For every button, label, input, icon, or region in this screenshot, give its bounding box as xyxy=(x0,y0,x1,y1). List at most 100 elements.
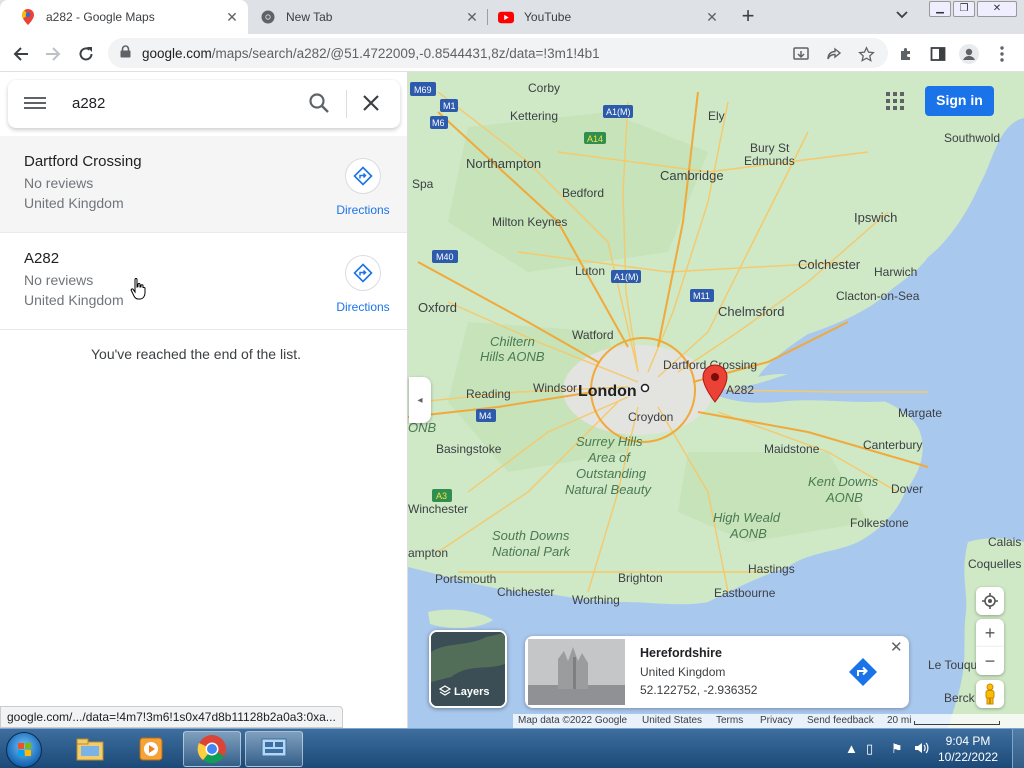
zoom-out-button[interactable]: − xyxy=(976,647,1004,675)
bookmark-star-icon[interactable] xyxy=(855,43,877,65)
collapse-panel-button[interactable]: ◂ xyxy=(409,377,431,423)
map-label: Harwich xyxy=(874,265,917,279)
map-label: Corby xyxy=(528,81,560,95)
map-label: A1(M) xyxy=(614,272,639,282)
close-tab-icon[interactable]: ✕ xyxy=(224,9,240,26)
layers-text: Layers xyxy=(454,686,490,698)
map-label: National Park xyxy=(492,544,572,559)
minimize-window-button[interactable]: ▁ xyxy=(929,1,951,17)
map-label: Bedford xyxy=(562,186,604,200)
directions-icon[interactable] xyxy=(345,158,381,194)
map-label: M4 xyxy=(479,411,492,421)
share-icon[interactable] xyxy=(823,43,845,65)
chrome-icon xyxy=(260,9,276,25)
youtube-icon xyxy=(498,9,514,25)
map-label: South Downs xyxy=(492,528,570,543)
show-desktop-button[interactable] xyxy=(1012,729,1024,768)
directions-button[interactable]: Directions xyxy=(336,158,390,217)
layers-button[interactable]: Layers xyxy=(429,630,507,708)
result-country: United Kingdom xyxy=(24,195,124,211)
forward-arrow-icon[interactable] xyxy=(42,43,64,65)
map-label: Worthing xyxy=(572,593,620,607)
control-panel-taskbar-icon[interactable] xyxy=(245,731,303,767)
country-link[interactable]: United States xyxy=(642,715,702,726)
map-label: AONB xyxy=(825,490,863,505)
windows-start-button[interactable] xyxy=(6,732,42,768)
tab-new-tab[interactable]: New Tab ✕ xyxy=(248,0,488,34)
privacy-link[interactable]: Privacy xyxy=(760,715,793,726)
tab-youtube[interactable]: YouTube ✕ xyxy=(488,0,728,34)
kebab-menu-icon[interactable] xyxy=(991,43,1013,65)
tab-title: YouTube xyxy=(524,10,572,24)
result-name[interactable]: Dartford Crossing xyxy=(24,153,142,170)
map-label: Folkestone xyxy=(850,516,909,530)
map-label: M6 xyxy=(432,118,445,128)
windows-taskbar: ▲ ▯ ⚑ 9:04 PM 10/22/2022 xyxy=(0,728,1024,768)
close-tab-icon[interactable]: ✕ xyxy=(704,9,720,26)
back-arrow-icon[interactable] xyxy=(10,43,32,65)
clear-search-close-icon[interactable] xyxy=(362,90,380,118)
end-of-list-text: You've reached the end of the list. xyxy=(91,346,301,362)
result-item[interactable]: A282 No reviews United Kingdom Direction… xyxy=(0,233,407,330)
directions-icon[interactable] xyxy=(345,255,381,291)
url-text: google.com/maps/search/a282/@51.4722009,… xyxy=(142,46,600,61)
restore-window-button[interactable]: ❐ xyxy=(953,1,975,17)
tab-search-chevron-icon[interactable] xyxy=(896,8,908,22)
directions-button[interactable]: Directions xyxy=(336,255,390,314)
new-tab-plus-icon[interactable]: + xyxy=(736,5,760,29)
lock-icon[interactable] xyxy=(120,45,131,61)
scale-label[interactable]: 20 mi xyxy=(887,715,911,726)
show-hidden-icons-chevron-icon[interactable]: ▲ xyxy=(845,741,858,756)
close-card-icon[interactable]: ✕ xyxy=(890,638,903,656)
map-label: Surrey Hills xyxy=(576,434,643,449)
send-feedback-link[interactable]: Send feedback xyxy=(807,715,874,726)
pegman-street-view-icon[interactable] xyxy=(976,680,1004,708)
profile-avatar-icon[interactable] xyxy=(958,43,980,65)
link-status-bar: google.com/.../data=!4m7!3m6!1s0x47d8b11… xyxy=(0,706,343,728)
map-label: Windsor xyxy=(533,381,577,395)
map-label: Margate xyxy=(898,406,942,420)
address-bar[interactable]: google.com/maps/search/a282/@51.4722009,… xyxy=(108,38,888,68)
hamburger-menu-icon[interactable] xyxy=(24,94,46,114)
search-icon[interactable] xyxy=(308,92,332,116)
card-title: Herefordshire xyxy=(640,646,722,660)
place-info-card[interactable]: Herefordshire United Kingdom 52.122752, … xyxy=(525,636,909,708)
extensions-puzzle-icon[interactable] xyxy=(895,43,917,65)
map-label: ampton xyxy=(408,546,448,560)
divider xyxy=(346,90,347,118)
screen: { "browser": { "tabs": [ {"title": "a282… xyxy=(0,0,1024,768)
tab-title: a282 - Google Maps xyxy=(46,10,155,24)
network-icon[interactable]: ▯ xyxy=(866,741,873,757)
volume-icon[interactable] xyxy=(914,741,930,758)
map-label: Kent Downs xyxy=(808,474,879,489)
chrome-taskbar-icon[interactable] xyxy=(183,731,241,767)
my-location-button[interactable] xyxy=(976,587,1004,615)
close-window-button[interactable]: ✕ xyxy=(977,1,1017,17)
map-label: A3 xyxy=(436,491,447,501)
result-name[interactable]: A282 xyxy=(24,250,59,267)
tab-title: New Tab xyxy=(286,10,333,24)
side-panel-icon[interactable] xyxy=(927,43,949,65)
map-label: Clacton-on-Sea xyxy=(836,289,920,303)
map-label: Spa xyxy=(412,177,434,191)
terms-link[interactable]: Terms xyxy=(716,715,743,726)
result-item[interactable]: Dartford Crossing No reviews United King… xyxy=(0,136,407,233)
tab-google-maps[interactable]: a282 - Google Maps ✕ xyxy=(0,0,248,34)
action-center-flag-icon[interactable]: ⚑ xyxy=(891,741,903,757)
zoom-in-button[interactable]: + xyxy=(976,619,1004,647)
sign-in-button[interactable]: Sign in xyxy=(925,86,994,116)
reload-icon[interactable] xyxy=(75,43,97,65)
close-tab-icon[interactable]: ✕ xyxy=(464,9,480,26)
directions-arrow-icon[interactable] xyxy=(847,656,879,688)
media-player-taskbar-icon[interactable] xyxy=(122,731,180,767)
london-dot xyxy=(640,383,650,393)
map-label: Area of xyxy=(587,450,631,465)
search-input[interactable] xyxy=(72,95,292,112)
street-view-thumbnail[interactable] xyxy=(528,639,625,705)
install-app-icon[interactable] xyxy=(790,43,812,65)
tab-strip: a282 - Google Maps ✕ New Tab ✕ YouTube ✕… xyxy=(0,0,1024,34)
system-clock[interactable]: 9:04 PM 10/22/2022 xyxy=(938,733,998,765)
map-label: Southwold xyxy=(944,131,1000,145)
file-explorer-taskbar-icon[interactable] xyxy=(61,731,119,767)
google-apps-grid-icon[interactable] xyxy=(886,92,904,110)
